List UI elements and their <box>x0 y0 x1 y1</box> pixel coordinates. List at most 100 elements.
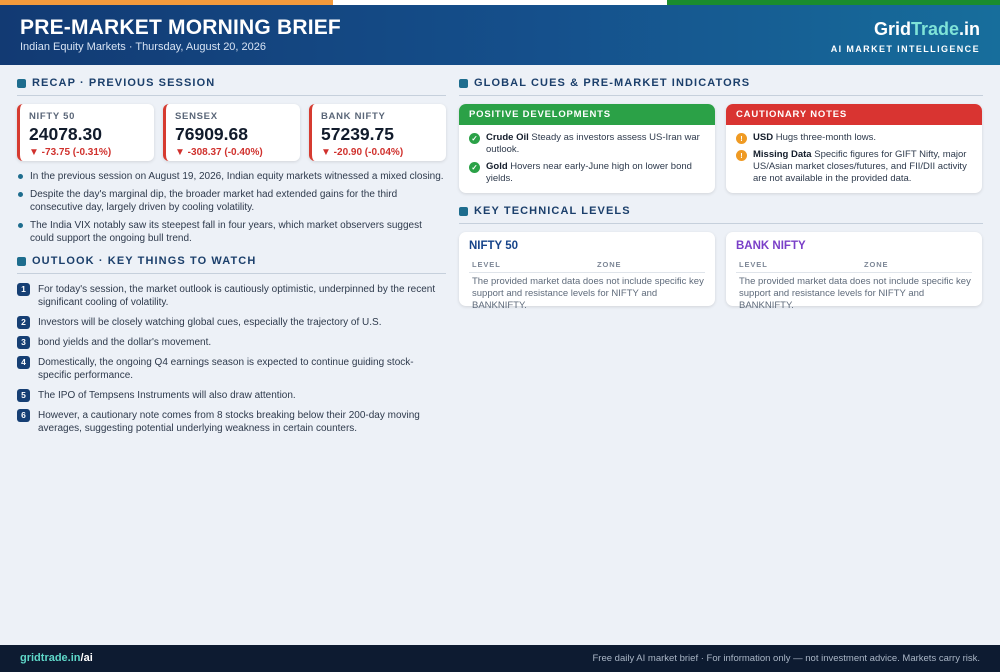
technical-card-nifty50: NIFTY 50 LEVEL ZONE The provided market … <box>459 232 715 311</box>
list-item: ✓ Crude Oil Steady as investors assess U… <box>469 132 705 156</box>
section-marker-icon <box>459 206 468 216</box>
index-value: 24078.30 <box>29 124 102 144</box>
column-header-zone: ZONE <box>864 260 889 269</box>
brand-logo-part1: Grid <box>873 19 911 39</box>
outlook-text: Domestically, the ongoing Q4 earnings se… <box>38 357 414 381</box>
section-marker-icon <box>17 78 26 88</box>
number-badge: 1 <box>17 283 30 296</box>
bullet-icon <box>18 174 23 179</box>
index-change: ▼ -73.75 (-0.31%) <box>29 147 112 158</box>
cautionary-card-title: CAUTIONARY NOTES <box>726 104 982 125</box>
index-name: BANK NIFTY <box>321 111 386 122</box>
index-card-sensex: SENSEX 76909.68 ▼ -308.37 (-0.40%) <box>163 104 300 161</box>
left-column: RECAP · PREVIOUS SESSION NIFTY 50 24078.… <box>17 72 446 442</box>
global-heading: GLOBAL CUES & PRE-MARKET INDICATORS <box>474 77 751 89</box>
list-item: In the previous session on August 19, 20… <box>17 170 446 183</box>
technical-card-title: NIFTY 50 <box>469 240 518 252</box>
list-item: ✓ Gold Hovers near early-June high on lo… <box>469 161 705 185</box>
outlook-text: The IPO of Tempsens Instruments will als… <box>38 390 296 401</box>
list-item: The India VIX notably saw its steepest f… <box>17 219 446 245</box>
list-item: 2 Investors will be closely watching glob… <box>17 316 446 329</box>
cue-text: Hovers near early-June high on lower bon… <box>486 161 692 184</box>
warning-icon: ! <box>736 150 747 161</box>
column-header-level: LEVEL <box>472 260 501 269</box>
page-footer: gridtrade.in/ai Free daily AI market bri… <box>0 645 1000 672</box>
recap-section-header: RECAP · PREVIOUS SESSION <box>17 74 446 92</box>
list-item: Despite the day's marginal dip, the broa… <box>17 188 446 214</box>
cue-label: Gold <box>486 161 508 172</box>
recap-bullets: In the previous session on August 19, 20… <box>17 170 446 245</box>
index-name: SENSEX <box>175 111 218 122</box>
brand-logo-part3: .in <box>959 19 980 39</box>
outlook-heading: OUTLOOK · KEY THINGS TO WATCH <box>32 255 257 267</box>
cue-label: Missing Data <box>753 149 812 160</box>
bullet-icon <box>18 223 23 228</box>
brand-logo-part2: Trade <box>910 19 959 39</box>
technical-card-banknifty: BANK NIFTY LEVEL ZONE The provided marke… <box>726 232 982 311</box>
cue-text: Hugs three-month lows. <box>775 132 877 143</box>
page-subtitle: Indian Equity Markets · Thursday, August… <box>20 41 267 53</box>
list-item: 1 For today's session, the market outlook… <box>17 283 446 309</box>
list-item: 6 However, a cautionary note comes from 8… <box>17 409 446 435</box>
number-badge: 6 <box>17 409 30 422</box>
recap-heading: RECAP · PREVIOUS SESSION <box>32 77 216 89</box>
technical-heading: KEY TECHNICAL LEVELS <box>474 205 631 217</box>
bullet-icon <box>18 192 23 197</box>
cautionary-notes-card: CAUTIONARY NOTES ! USD Hugs three-month … <box>726 104 982 193</box>
technical-card-title: BANK NIFTY <box>736 240 806 252</box>
brand-tagline: AI MARKET INTELLIGENCE <box>830 44 980 54</box>
outlook-text: Investors will be closely watching globa… <box>38 317 382 328</box>
footer-link[interactable]: gridtrade.in/ai <box>20 652 93 664</box>
outlook-text: However, a cautionary note comes from 8 … <box>38 410 420 434</box>
index-value: 57239.75 <box>321 124 394 144</box>
list-item: 3 bond yields and the dollar's movement. <box>17 336 446 349</box>
list-item: ! Missing Data Specific figures for GIFT… <box>736 149 972 185</box>
cue-cards: POSITIVE DEVELOPMENTS ✓ Crude Oil Steady… <box>459 104 983 193</box>
index-name: NIFTY 50 <box>29 111 76 122</box>
page-header: PRE-MARKET MORNING BRIEF Indian Equity M… <box>0 5 1000 65</box>
disclaimer: Free daily AI market brief · For informa… <box>592 653 980 664</box>
outlook-section: OUTLOOK · KEY THINGS TO WATCH 1 For today… <box>17 252 446 435</box>
number-badge: 5 <box>17 389 30 402</box>
section-divider <box>17 95 446 96</box>
global-section-header: GLOBAL CUES & PRE-MARKET INDICATORS <box>459 74 983 92</box>
number-badge: 2 <box>17 316 30 329</box>
technical-section: KEY TECHNICAL LEVELS NIFTY 50 LEVEL ZONE… <box>459 202 983 311</box>
check-icon: ✓ <box>469 162 480 173</box>
cue-label: Crude Oil <box>486 132 529 143</box>
bullet-text: Despite the day's marginal dip, the broa… <box>30 189 398 213</box>
table-header: LEVEL ZONE <box>736 260 972 273</box>
positive-developments-card: POSITIVE DEVELOPMENTS ✓ Crude Oil Steady… <box>459 104 715 193</box>
cue-label: USD <box>753 132 774 143</box>
section-divider <box>17 273 446 274</box>
warning-icon: ! <box>736 133 747 144</box>
positive-card-title: POSITIVE DEVELOPMENTS <box>459 104 715 125</box>
list-item: 4 Domestically, the ongoing Q4 earnings s… <box>17 356 446 382</box>
index-card-nifty50: NIFTY 50 24078.30 ▼ -73.75 (-0.31%) <box>17 104 154 161</box>
outlook-text: For today's session, the market outlook … <box>38 284 436 308</box>
positive-card-body: ✓ Crude Oil Steady as investors assess U… <box>459 125 715 185</box>
section-divider <box>459 95 983 96</box>
section-divider <box>459 223 983 224</box>
list-item: ! USD Hugs three-month lows. <box>736 132 972 144</box>
section-marker-icon <box>459 78 468 88</box>
page-title: PRE-MARKET MORNING BRIEF <box>20 16 341 39</box>
index-change: ▼ -20.90 (-0.04%) <box>321 147 404 158</box>
section-marker-icon <box>17 256 26 266</box>
index-cards: NIFTY 50 24078.30 ▼ -73.75 (-0.31%) SENS… <box>17 104 446 161</box>
technical-note: The provided market data does not includ… <box>472 276 704 311</box>
check-icon: ✓ <box>469 133 480 144</box>
outlook-text: bond yields and the dollar's movement. <box>38 337 212 348</box>
cautionary-card-body: ! USD Hugs three-month lows. ! Missing D… <box>726 125 982 185</box>
technical-section-header: KEY TECHNICAL LEVELS <box>459 202 983 220</box>
technical-note: The provided market data does not includ… <box>739 276 971 311</box>
column-header-zone: ZONE <box>597 260 622 269</box>
brand-logo[interactable]: GridTrade.in <box>874 19 980 40</box>
right-column: GLOBAL CUES & PRE-MARKET INDICATORS POSI… <box>459 72 983 311</box>
footer-link-domain: gridtrade.in <box>20 652 81 664</box>
column-header-level: LEVEL <box>739 260 768 269</box>
list-item: 5 The IPO of Tempsens Instruments will al… <box>17 389 446 402</box>
footer-link-path: /ai <box>80 652 93 664</box>
index-value: 76909.68 <box>175 124 248 144</box>
bullet-text: The India VIX notably saw its steepest f… <box>30 220 422 244</box>
